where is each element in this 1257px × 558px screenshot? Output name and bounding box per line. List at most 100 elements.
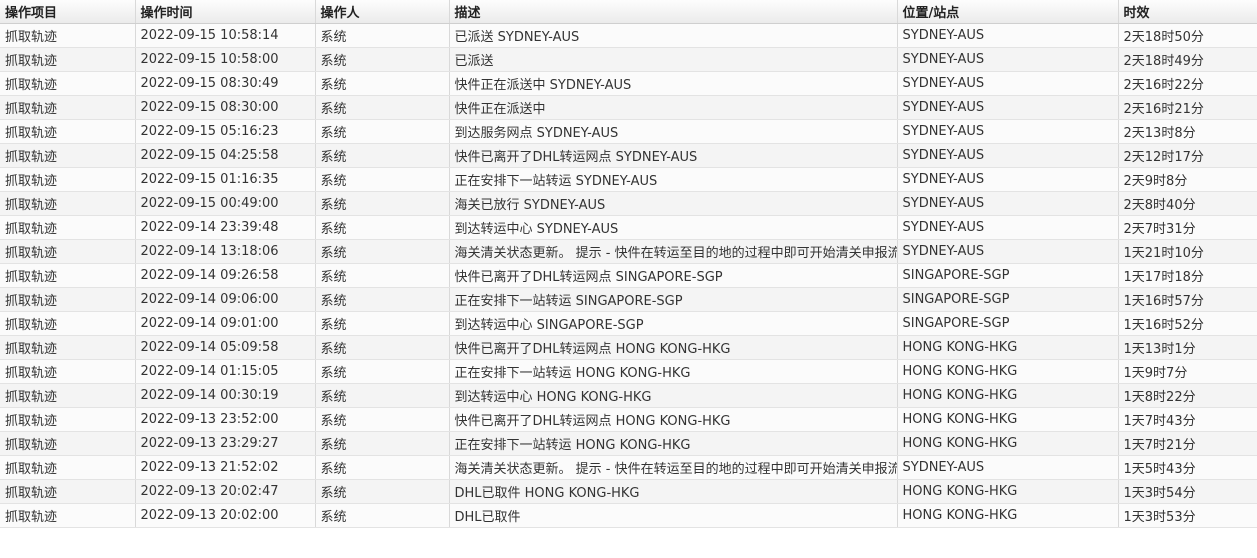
table-row[interactable]: 抓取轨迹 2022-09-14 13:18:06 系统 海关清关状态更新。 提示 - … — [0, 239, 1257, 264]
cell-description: 正在安排下一站转运 SYDNEY-AUS — [449, 167, 898, 192]
cell-location: HONG KONG-HKG — [897, 383, 1119, 408]
cell-operation-item: 抓取轨迹 — [0, 503, 136, 528]
cell-operation-item: 抓取轨迹 — [0, 287, 136, 312]
table-row[interactable]: 抓取轨迹 2022-09-13 20:02:47 系统 DHL已取件 HONG KON… — [0, 479, 1257, 504]
cell-location: SYDNEY-AUS — [897, 167, 1119, 192]
table-row[interactable]: 抓取轨迹 2022-09-15 01:16:35 系统 正在安排下一站转运 SYDNE… — [0, 167, 1257, 192]
cell-operator: 系统 — [315, 383, 450, 408]
cell-duration: 1天13时1分 — [1118, 335, 1257, 360]
column-header-description[interactable]: 描述 — [449, 0, 898, 24]
cell-location: SYDNEY-AUS — [897, 191, 1119, 216]
cell-operator: 系统 — [315, 311, 450, 336]
table-row[interactable]: 抓取轨迹 2022-09-13 21:52:02 系统 海关清关状态更新。 提示 - … — [0, 455, 1257, 480]
table-row[interactable]: 抓取轨迹 2022-09-13 23:52:00 系统 快件已离开了DHL转运网点 H… — [0, 407, 1257, 432]
table-row[interactable]: 抓取轨迹 2022-09-14 01:15:05 系统 正在安排下一站转运 HONG … — [0, 359, 1257, 384]
cell-duration: 2天16时21分 — [1118, 95, 1257, 120]
cell-description: 海关清关状态更新。 提示 - 快件在转运至目的地的过程中即可开始清关申报流程 — [449, 239, 898, 264]
cell-duration: 2天13时8分 — [1118, 119, 1257, 144]
cell-description: 到达服务网点 SYDNEY-AUS — [449, 119, 898, 144]
cell-description: 海关清关状态更新。 提示 - 快件在转运至目的地的过程中即可开始清关申报流程 — [449, 455, 898, 480]
cell-operation-item: 抓取轨迹 — [0, 455, 136, 480]
table-row[interactable]: 抓取轨迹 2022-09-14 23:39:48 系统 到达转运中心 SYDNEY-A… — [0, 215, 1257, 240]
cell-duration: 2天9时8分 — [1118, 167, 1257, 192]
cell-operation-item: 抓取轨迹 — [0, 335, 136, 360]
cell-operation-item: 抓取轨迹 — [0, 359, 136, 384]
cell-operation-time: 2022-09-13 20:02:00 — [135, 503, 316, 528]
cell-operation-item: 抓取轨迹 — [0, 167, 136, 192]
cell-operation-time: 2022-09-13 23:29:27 — [135, 431, 316, 456]
column-header-duration[interactable]: 时效 — [1118, 0, 1257, 24]
cell-location: SYDNEY-AUS — [897, 23, 1119, 48]
cell-description: 快件已离开了DHL转运网点 SYDNEY-AUS — [449, 143, 898, 168]
cell-operation-item: 抓取轨迹 — [0, 431, 136, 456]
table-row[interactable]: 抓取轨迹 2022-09-15 04:25:58 系统 快件已离开了DHL转运网点 S… — [0, 143, 1257, 168]
table-header: 操作项目 操作时间 操作人 描述 位置/站点 时效 — [0, 0, 1257, 24]
cell-operation-time: 2022-09-14 00:30:19 — [135, 383, 316, 408]
cell-operation-time: 2022-09-15 04:25:58 — [135, 143, 316, 168]
cell-description: 正在安排下一站转运 HONG KONG-HKG — [449, 359, 898, 384]
table-row[interactable]: 抓取轨迹 2022-09-14 09:06:00 系统 正在安排下一站转运 SINGA… — [0, 287, 1257, 312]
cell-description: 快件正在派送中 SYDNEY-AUS — [449, 71, 898, 96]
column-header-location[interactable]: 位置/站点 — [897, 0, 1119, 24]
cell-operation-time: 2022-09-13 23:52:00 — [135, 407, 316, 432]
column-header-operation-item[interactable]: 操作项目 — [0, 0, 136, 24]
table-row[interactable]: 抓取轨迹 2022-09-15 00:49:00 系统 海关已放行 SYDNEY-AU… — [0, 191, 1257, 216]
table-row[interactable]: 抓取轨迹 2022-09-15 08:30:49 系统 快件正在派送中 SYDNEY-… — [0, 71, 1257, 96]
table-row[interactable]: 抓取轨迹 2022-09-14 09:01:00 系统 到达转运中心 SINGAPOR… — [0, 311, 1257, 336]
cell-operation-item: 抓取轨迹 — [0, 119, 136, 144]
table-row[interactable]: 抓取轨迹 2022-09-15 10:58:14 系统 已派送 SYDNEY-AUS S… — [0, 23, 1257, 48]
cell-duration: 1天9时7分 — [1118, 359, 1257, 384]
cell-location: HONG KONG-HKG — [897, 407, 1119, 432]
cell-duration: 2天8时40分 — [1118, 191, 1257, 216]
table-row[interactable]: 抓取轨迹 2022-09-14 05:09:58 系统 快件已离开了DHL转运网点 H… — [0, 335, 1257, 360]
cell-operator: 系统 — [315, 23, 450, 48]
cell-operator: 系统 — [315, 503, 450, 528]
cell-location: HONG KONG-HKG — [897, 335, 1119, 360]
cell-operation-item: 抓取轨迹 — [0, 143, 136, 168]
cell-duration: 1天16时57分 — [1118, 287, 1257, 312]
cell-location: SYDNEY-AUS — [897, 215, 1119, 240]
cell-operation-time: 2022-09-14 13:18:06 — [135, 239, 316, 264]
table-row[interactable]: 抓取轨迹 2022-09-14 09:26:58 系统 快件已离开了DHL转运网点 S… — [0, 263, 1257, 288]
table-row[interactable]: 抓取轨迹 2022-09-13 20:02:00 系统 DHL已取件 HONG KONG… — [0, 503, 1257, 528]
cell-operator: 系统 — [315, 191, 450, 216]
cell-location: SYDNEY-AUS — [897, 47, 1119, 72]
cell-operation-item: 抓取轨迹 — [0, 215, 136, 240]
cell-operation-time: 2022-09-14 09:01:00 — [135, 311, 316, 336]
cell-operation-time: 2022-09-15 00:49:00 — [135, 191, 316, 216]
cell-duration: 2天12时17分 — [1118, 143, 1257, 168]
table-row[interactable]: 抓取轨迹 2022-09-15 08:30:00 系统 快件正在派送中 SYDNEY-A… — [0, 95, 1257, 120]
cell-duration: 2天16时22分 — [1118, 71, 1257, 96]
cell-location: SYDNEY-AUS — [897, 95, 1119, 120]
cell-operator: 系统 — [315, 119, 450, 144]
cell-operation-item: 抓取轨迹 — [0, 23, 136, 48]
table-row[interactable]: 抓取轨迹 2022-09-15 10:58:00 系统 已派送 SYDNEY-AUS 2天… — [0, 47, 1257, 72]
cell-operation-time: 2022-09-13 21:52:02 — [135, 455, 316, 480]
cell-operation-item: 抓取轨迹 — [0, 407, 136, 432]
table-row[interactable]: 抓取轨迹 2022-09-13 23:29:27 系统 正在安排下一站转运 HONG … — [0, 431, 1257, 456]
table-row[interactable]: 抓取轨迹 2022-09-15 05:16:23 系统 到达服务网点 SYDNEY-A… — [0, 119, 1257, 144]
cell-operator: 系统 — [315, 455, 450, 480]
cell-operator: 系统 — [315, 71, 450, 96]
cell-duration: 1天5时43分 — [1118, 455, 1257, 480]
cell-description: DHL已取件 HONG KONG-HKG — [449, 479, 898, 504]
cell-duration: 1天7时43分 — [1118, 407, 1257, 432]
cell-operation-time: 2022-09-14 05:09:58 — [135, 335, 316, 360]
cell-location: SINGAPORE-SGP — [897, 263, 1119, 288]
table-row[interactable]: 抓取轨迹 2022-09-14 00:30:19 系统 到达转运中心 HONG KON… — [0, 383, 1257, 408]
cell-operator: 系统 — [315, 479, 450, 504]
cell-location: HONG KONG-HKG — [897, 479, 1119, 504]
cell-operation-item: 抓取轨迹 — [0, 47, 136, 72]
cell-operation-item: 抓取轨迹 — [0, 311, 136, 336]
header-row: 操作项目 操作时间 操作人 描述 位置/站点 时效 — [0, 0, 1257, 24]
cell-operation-time: 2022-09-13 20:02:47 — [135, 479, 316, 504]
cell-operator: 系统 — [315, 287, 450, 312]
cell-description: 快件已离开了DHL转运网点 HONG KONG-HKG — [449, 407, 898, 432]
cell-operation-item: 抓取轨迹 — [0, 479, 136, 504]
column-header-operation-time[interactable]: 操作时间 — [135, 0, 316, 24]
cell-description: 到达转运中心 SINGAPORE-SGP — [449, 311, 898, 336]
cell-operator: 系统 — [315, 407, 450, 432]
cell-operation-time: 2022-09-14 09:26:58 — [135, 263, 316, 288]
column-header-operator[interactable]: 操作人 — [315, 0, 450, 24]
cell-operation-item: 抓取轨迹 — [0, 95, 136, 120]
